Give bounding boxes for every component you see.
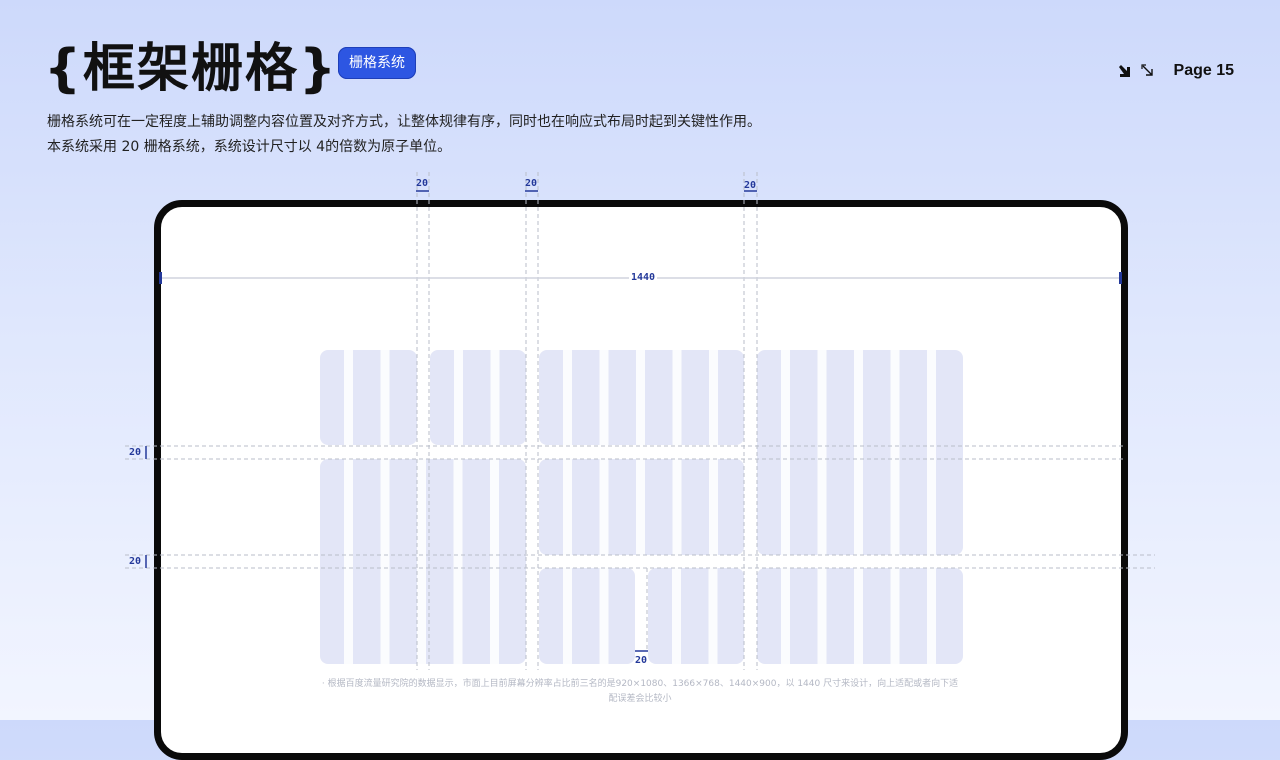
grid-block-2 <box>430 350 526 445</box>
column-gutter-stripe <box>563 459 572 555</box>
column-gutter-stripe <box>344 459 353 664</box>
column-gutter-stripe <box>927 568 936 664</box>
column-gutter-stripe <box>563 568 572 664</box>
column-gutter-stripe <box>709 350 718 445</box>
column-gutter-stripe <box>490 459 499 664</box>
column-gutter-stripe <box>380 350 390 445</box>
column-gutter-stripe <box>854 350 863 555</box>
grid-block-7 <box>539 568 635 664</box>
grid-diagram <box>125 172 1155 670</box>
column-gutter-stripe <box>672 350 682 445</box>
gutter-label-left-2: 20 <box>129 556 142 567</box>
column-gutter-stripe <box>380 459 390 664</box>
column-gutter-stripe <box>927 350 936 555</box>
column-gutter-stripe <box>453 459 463 664</box>
column-gutter-stripe <box>599 568 609 664</box>
width-dimension-cap-right <box>1119 272 1122 284</box>
column-gutter-stripe <box>417 459 426 664</box>
column-gutter-stripe <box>490 350 500 445</box>
column-gutter-stripe <box>599 459 609 555</box>
column-gutter-stripe <box>890 568 900 664</box>
gutter-label-left-1: 20 <box>129 447 142 458</box>
column-gutter-stripe <box>563 350 572 445</box>
column-gutter-stripe <box>817 350 827 555</box>
width-label: 1440 <box>629 272 658 284</box>
grid-block-8 <box>648 568 744 664</box>
footnote-line-1: · 根据百度流量研究院的数据显示，市面上目前屏幕分辨率占比前三名的是920×10… <box>321 679 959 689</box>
column-gutter-stripe <box>344 350 353 445</box>
column-gutter-stripe <box>854 568 863 664</box>
footnote-line-2: 配误差会比较小 <box>608 694 672 704</box>
column-gutter-stripe <box>636 350 645 445</box>
column-gutter-stripe <box>636 459 645 555</box>
column-gutter-stripe <box>672 459 682 555</box>
gutter-label-top-1: 20 <box>416 178 429 189</box>
grid-block-1 <box>320 350 417 445</box>
gutter-label-bottom: 20 <box>635 655 648 666</box>
gutter-label-top-3: 20 <box>744 180 757 191</box>
column-gutter-stripe <box>599 350 609 445</box>
column-gutter-stripe <box>890 350 900 555</box>
column-gutter-stripe <box>781 568 790 664</box>
column-gutter-stripe <box>672 568 681 664</box>
column-gutter-stripe <box>454 350 463 445</box>
column-gutter-stripe <box>709 459 718 555</box>
column-gutter-stripe <box>708 568 718 664</box>
width-dimension-cap-left <box>159 272 162 284</box>
column-gutter-stripe <box>781 350 790 555</box>
column-gutter-stripe <box>817 568 827 664</box>
gutter-label-top-2: 20 <box>525 178 538 189</box>
